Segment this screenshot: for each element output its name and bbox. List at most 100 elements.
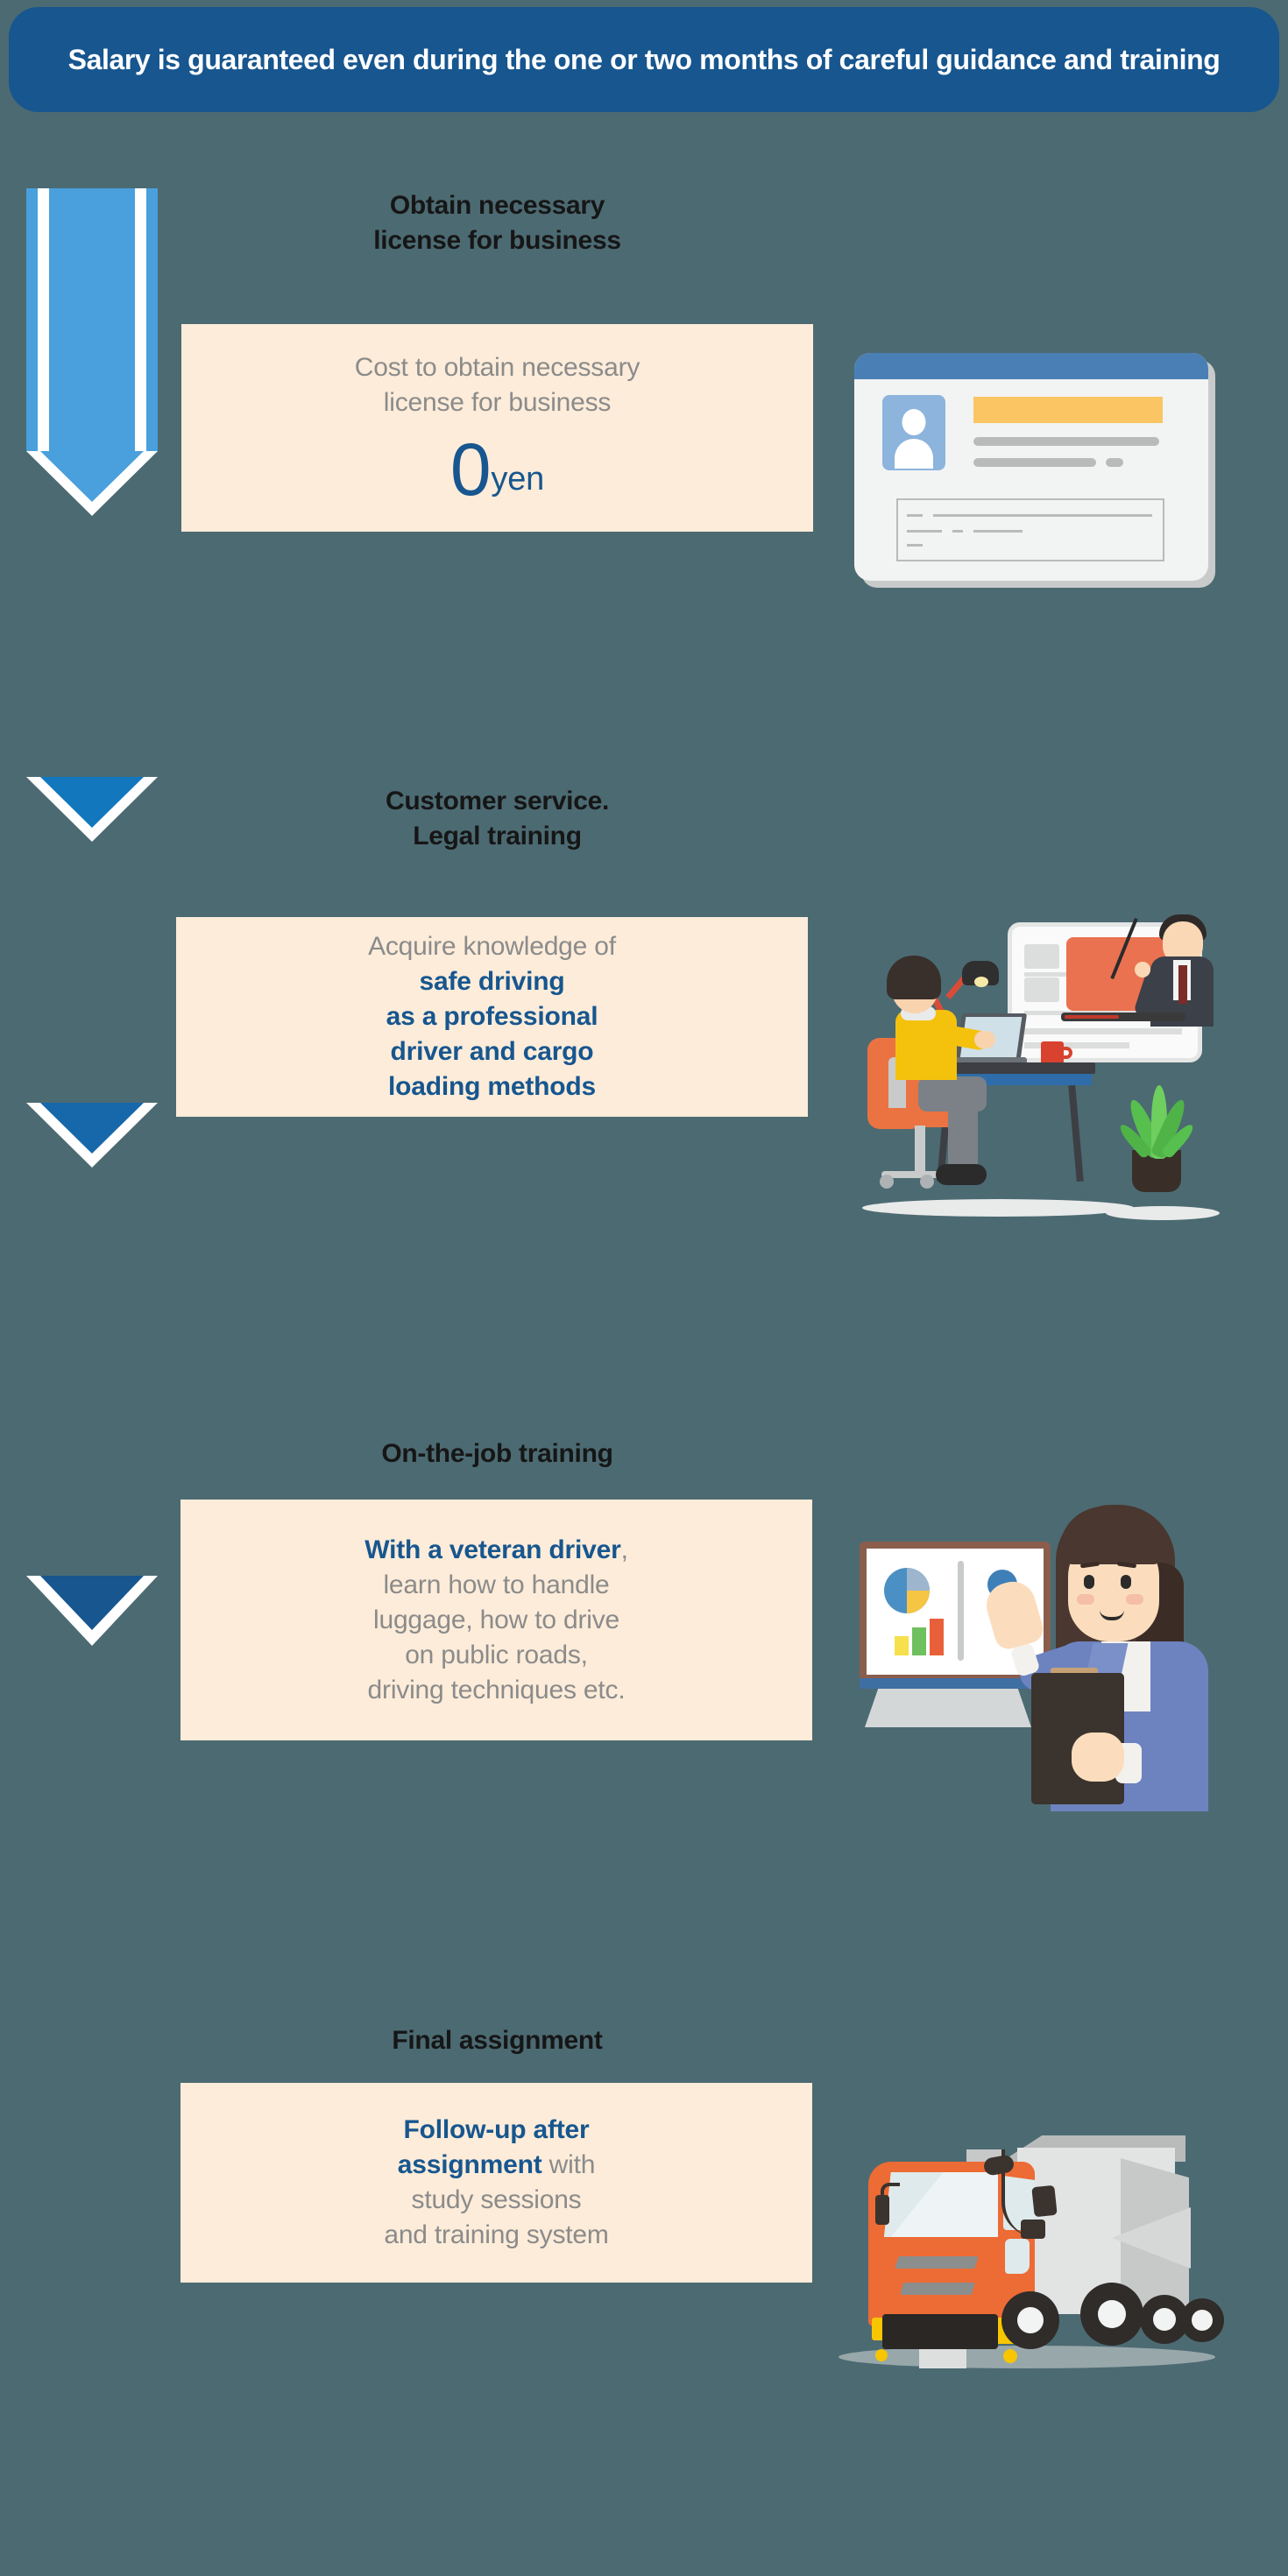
step-4-body-line3: study sessions: [411, 2185, 582, 2214]
step-4-title: Final assignment: [181, 2023, 813, 2058]
id-card-illustration: [847, 346, 1224, 600]
arrowhead-fill-4: [40, 1576, 144, 1630]
arrow-head-3: [26, 1103, 158, 1168]
truck-bumper: [882, 2314, 998, 2349]
student-hand: [974, 1031, 995, 1048]
presenter-cheek-left: [1077, 1594, 1094, 1605]
screen-text-line-4: [1024, 1042, 1129, 1048]
instructor-tie: [1178, 965, 1187, 1004]
step-2-body-blue-line4: loading methods: [387, 1072, 596, 1101]
office-chair-pole: [915, 1126, 925, 1175]
presenter-eye-left: [1084, 1575, 1094, 1589]
step-4-body-line4: and training system: [384, 2220, 609, 2249]
step-3-body-line5: driving techniques etc.: [367, 1675, 626, 1704]
step-3-body-comma: ,: [620, 1535, 628, 1564]
arrowhead-fill-2: [40, 777, 144, 828]
step-3-body-blue-lead: With a veteran driver: [364, 1535, 621, 1564]
step-3-body-line3: luggage, how to drive: [373, 1605, 619, 1634]
coffee-mug: [1041, 1041, 1064, 1064]
truck-grille-upper: [895, 2256, 979, 2269]
arrow-segment-4: [26, 1103, 158, 1576]
step-1-card: Cost to obtain necessary license for bus…: [181, 324, 813, 532]
instructor-hand: [1135, 962, 1150, 977]
arrow-segment-1: [26, 188, 158, 451]
truck-mirror-right-lower: [1021, 2220, 1045, 2239]
step-2-body: Acquire knowledge of safe driving as a p…: [197, 929, 787, 1105]
whiteboard-stand: [865, 1689, 1031, 1727]
whiteboard-divider: [958, 1561, 964, 1661]
step-4-body: Follow-up after assignment with study se…: [202, 2113, 791, 2253]
student-torso: [895, 1010, 957, 1080]
truck-hub-rear-1: [1098, 2300, 1126, 2328]
bar-chart-bar-3: [930, 1619, 944, 1655]
id-card-line-3: [1106, 458, 1123, 467]
video-progress-fill: [1065, 1015, 1119, 1019]
screen-text-line-3: [1024, 1028, 1182, 1034]
step-1-amount: 0yen: [202, 433, 792, 506]
delivery-truck-illustration: [830, 2111, 1233, 2374]
header-banner-text: Salary is guaranteed even during the one…: [67, 43, 1221, 75]
presenter-cheek-right: [1126, 1594, 1143, 1605]
desk-leg-right: [1068, 1084, 1084, 1182]
step-1-title: Obtain necessary license for business: [181, 188, 813, 258]
truck-hub-rear-3: [1192, 2310, 1213, 2331]
presenter-eye-right: [1121, 1575, 1131, 1589]
step-1-title-line2: license for business: [373, 226, 621, 255]
step-4-card: Follow-up after assignment with study se…: [180, 2083, 812, 2283]
whiteboard-tray: [860, 1678, 1037, 1689]
step-4-title-line1: Final assignment: [392, 2026, 603, 2055]
truck-hub-rear-2: [1153, 2308, 1176, 2331]
presenter-lower-hand: [1072, 1733, 1124, 1782]
presenter-whiteboard-illustration: [847, 1487, 1242, 1811]
id-card-note-line-1: [907, 514, 923, 517]
training-screen: [1008, 914, 1214, 1062]
truck-grille-lower: [900, 2283, 975, 2295]
office-chair-wheel-right: [920, 1175, 934, 1189]
arrow-head-1: [26, 451, 158, 516]
truck-mirror-left: [875, 2195, 889, 2225]
header-banner: Salary is guaranteed even during the one…: [9, 7, 1279, 112]
online-training-illustration: [843, 891, 1246, 1224]
id-card-name-field: [973, 397, 1163, 423]
arrowhead-fill-3: [40, 1103, 144, 1154]
screen-video-panel: [1066, 914, 1214, 1027]
id-card-notes-box: [896, 498, 1164, 561]
bar-chart-bar-2: [912, 1627, 926, 1655]
step-2-body-blue-line3: driver and cargo: [390, 1037, 594, 1066]
step-2-title: Customer service. Legal training: [181, 784, 813, 854]
id-card-line-1: [973, 437, 1159, 446]
id-card-photo: [882, 395, 945, 470]
student-hair: [887, 956, 941, 999]
id-card-line-2: [973, 458, 1096, 467]
truck-marker-light-right: [1003, 2349, 1017, 2363]
progress-arrow-rail: [26, 188, 158, 2553]
step-3-card: With a veteran driver, learn how to hand…: [180, 1500, 812, 1740]
truck-mirror-right-upper: [1031, 2184, 1058, 2218]
step-2-body-blue-line2: as a professional: [386, 1002, 598, 1031]
arrow-shaft-1: [38, 188, 146, 451]
truck-hub-front: [1017, 2307, 1044, 2333]
step-3-body: With a veteran driver, learn how to hand…: [202, 1533, 791, 1708]
truck-license-plate: [919, 2349, 966, 2368]
step-3-body-line4: on public roads,: [405, 1640, 588, 1669]
step-1-body-line1: Cost to obtain necessary: [354, 352, 640, 382]
id-card-note-line-2: [933, 514, 1152, 517]
arrow-head-2: [26, 777, 158, 842]
step-1-title-line1: Obtain necessary: [389, 191, 605, 220]
step-2-body-gray-line: Acquire knowledge of: [368, 932, 616, 961]
arrowhead-fill-1: [40, 451, 144, 502]
id-card-note-line-6: [907, 544, 923, 547]
infographic-page: Salary is guaranteed even during the one…: [0, 0, 1288, 2576]
arrow-head-4: [26, 1576, 158, 1646]
step-4-body-gray-tail: with: [541, 2150, 596, 2179]
step-2-title-line2: Legal training: [413, 822, 582, 850]
id-card-note-line-3: [907, 530, 942, 533]
screen-block-1: [1024, 944, 1059, 969]
desk-lamp-bulb: [974, 977, 988, 987]
person-body-icon: [895, 439, 933, 469]
training-floor-shadow: [862, 1199, 1134, 1217]
step-1-amount-unit: yen: [491, 460, 545, 498]
id-card-body: [854, 353, 1208, 581]
truck-lower-side-window: [1005, 2239, 1030, 2274]
training-plant-shadow: [1106, 1206, 1220, 1220]
